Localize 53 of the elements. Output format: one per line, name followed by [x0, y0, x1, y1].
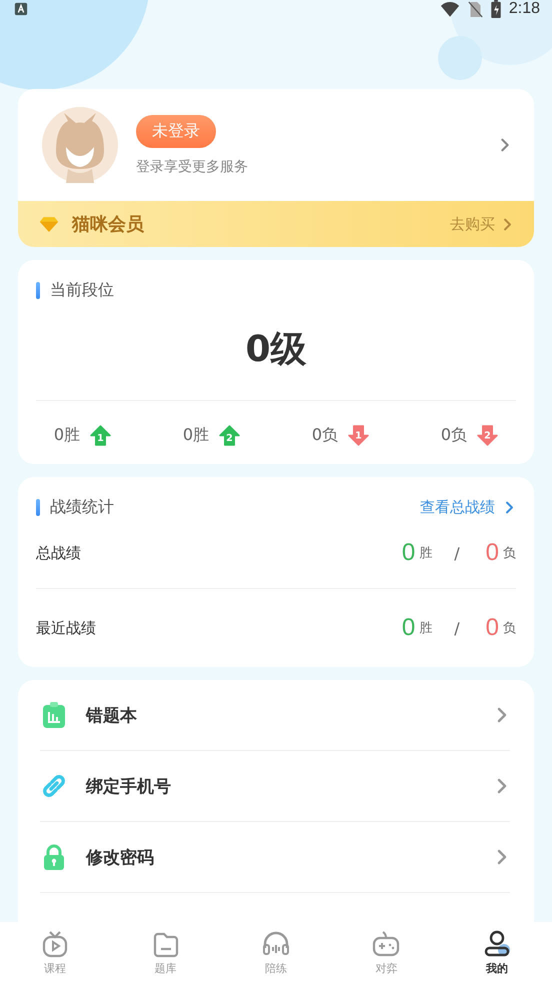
- nav-label: 题库: [154, 961, 177, 976]
- menu-label: 修改密码: [86, 846, 155, 868]
- record-label: 最近战绩: [36, 618, 97, 638]
- win-count: 0: [402, 539, 416, 567]
- win-unit: 胜: [419, 620, 432, 637]
- nav-label: 对弈: [375, 961, 398, 976]
- menu-label: 错题本: [86, 704, 138, 726]
- link-icon: [40, 772, 68, 800]
- no-sim-icon: [468, 0, 483, 18]
- nav-tab[interactable]: 题库: [110, 922, 221, 983]
- nav-label: 陪练: [265, 961, 288, 976]
- diamond-icon: [38, 216, 60, 232]
- nav-tab[interactable]: 陪练: [220, 922, 332, 983]
- status-time: 2:18: [508, 0, 540, 18]
- clipboard-chart-icon: [40, 701, 68, 729]
- nav-label: 课程: [44, 961, 66, 976]
- nav-label: 我的: [486, 961, 508, 976]
- section-title: 战绩统计: [50, 497, 115, 518]
- up-arrow-icon: 2: [219, 425, 240, 446]
- separator: /: [454, 544, 460, 562]
- loss-unit: 负: [503, 545, 516, 562]
- up-arrow-icon: 1: [90, 425, 112, 446]
- membership-title: 猫咪会员: [72, 213, 145, 236]
- loss-unit: 负: [503, 620, 516, 637]
- menu-label: 绑定手机号: [86, 776, 172, 798]
- gamepad-icon: [371, 929, 402, 959]
- record-label: 总战绩: [36, 544, 82, 562]
- nav-tab[interactable]: 课程: [0, 922, 110, 983]
- down-arrow-icon: 1: [348, 425, 370, 446]
- separator: /: [454, 618, 460, 638]
- login-hint: 登录享受更多服务: [136, 158, 248, 176]
- buy-button[interactable]: 去购买: [450, 214, 514, 234]
- stat-value: 0胜: [182, 425, 210, 446]
- loss-count: 0: [486, 614, 499, 642]
- nav-tab[interactable]: 对弈: [331, 922, 442, 983]
- stat-value: 0胜: [54, 425, 80, 446]
- wifi-icon: [440, 0, 460, 18]
- chevron-icon: [501, 218, 514, 230]
- nav-tab[interactable]: 我的: [442, 922, 552, 983]
- win-unit: 胜: [419, 545, 432, 562]
- chevron-icon: [503, 501, 516, 514]
- menu-item[interactable]: 错题本: [40, 680, 510, 751]
- stat-value: 0负: [312, 425, 338, 446]
- rank-level: 0级: [244, 328, 308, 372]
- login-status-badge[interactable]: 未登录: [136, 114, 216, 148]
- stat-value: 0负: [440, 425, 468, 446]
- down-arrow-icon: 2: [477, 425, 498, 446]
- menu-item[interactable]: 修改密码: [40, 822, 510, 893]
- view-all-link[interactable]: 查看总战绩: [420, 498, 516, 517]
- section-title: 当前段位: [50, 280, 115, 301]
- loss-count: 0: [486, 539, 499, 567]
- menu-item[interactable]: 绑定手机号: [40, 751, 510, 822]
- win-count: 0: [402, 614, 416, 642]
